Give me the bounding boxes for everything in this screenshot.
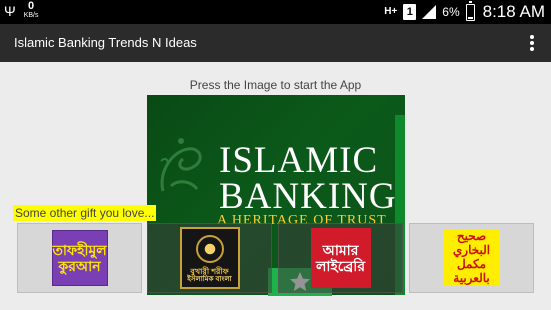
network-speed-unit: KB/s (23, 12, 39, 19)
app-icon-text-line1: বুখারী শরীফ (190, 266, 229, 276)
sim-slot-icon: 1 (403, 4, 417, 20)
clock: 8:18 AM (482, 2, 545, 21)
app-icon-text-line1: صحيح البخاري (452, 229, 491, 258)
menu-dot (530, 41, 534, 45)
calligraphy-logo-icon (160, 138, 202, 192)
app-icon-text-line2: مكمل بالعربية (453, 257, 490, 285)
app-icon-text-line1: আমার (322, 241, 359, 258)
menu-dot (530, 47, 534, 51)
network-speed: 0 KB/s (23, 0, 39, 20)
app-icon-amar-library: আমার লাইব্রেরি (310, 228, 371, 288)
overflow-menu-icon[interactable] (527, 33, 537, 53)
status-right: H+ 1 6% 8:18 AM (384, 0, 545, 24)
app-card-amar-library[interactable]: আমার লাইব্রেরি (278, 223, 403, 293)
app-card-bukhari-sharif[interactable]: বুখারী শরীফ ইসলামিক বাংলা (147, 223, 272, 293)
app-card-tafhimul-quran[interactable]: তাফহীমুল কুরআন (17, 223, 142, 293)
banner-title-line2: BANKING (219, 176, 397, 217)
app-icon-tafhimul-quran: তাফহীমুল কুরআন (51, 230, 108, 286)
usb-icon: Ψ (4, 3, 16, 19)
menu-dot (530, 35, 534, 39)
status-left: Ψ 0 KB/s (4, 0, 39, 20)
book-ornament-icon (195, 235, 224, 263)
app-icon-bukhari-sharif: বুখারী শরীফ ইসলামিক বাংলা (179, 227, 240, 289)
battery-icon (465, 0, 475, 21)
app-icon-text-line2: কুরআন (58, 258, 101, 274)
battery-percent: 6% (442, 5, 460, 19)
start-hint: Press the Image to start the App (189, 78, 362, 92)
app-card-sahih-bukhari-arabic[interactable]: صحيح البخاري مكمل بالعربية (409, 223, 534, 293)
app-title: Islamic Banking Trends N Ideas (14, 35, 197, 50)
app-icon-text-line1: তাফহীমুল (52, 241, 107, 258)
signal-icon (422, 5, 437, 19)
action-bar: Islamic Banking Trends N Ideas (0, 24, 551, 62)
app-icon-sahih-bukhari-arabic: صحيح البخاري مكمل بالعربية (443, 229, 500, 286)
network-type-icon: H+ (384, 6, 398, 17)
other-gifts-label: Some other gift you love... (13, 205, 157, 221)
network-speed-value: 0 (28, 0, 35, 12)
status-bar: Ψ 0 KB/s H+ 1 6% 8:18 AM (0, 0, 551, 24)
app-icon-text-line2: লাইব্রেরি (315, 258, 366, 274)
app-icon-text-line2: ইসলামিক বাংলা (187, 275, 232, 283)
